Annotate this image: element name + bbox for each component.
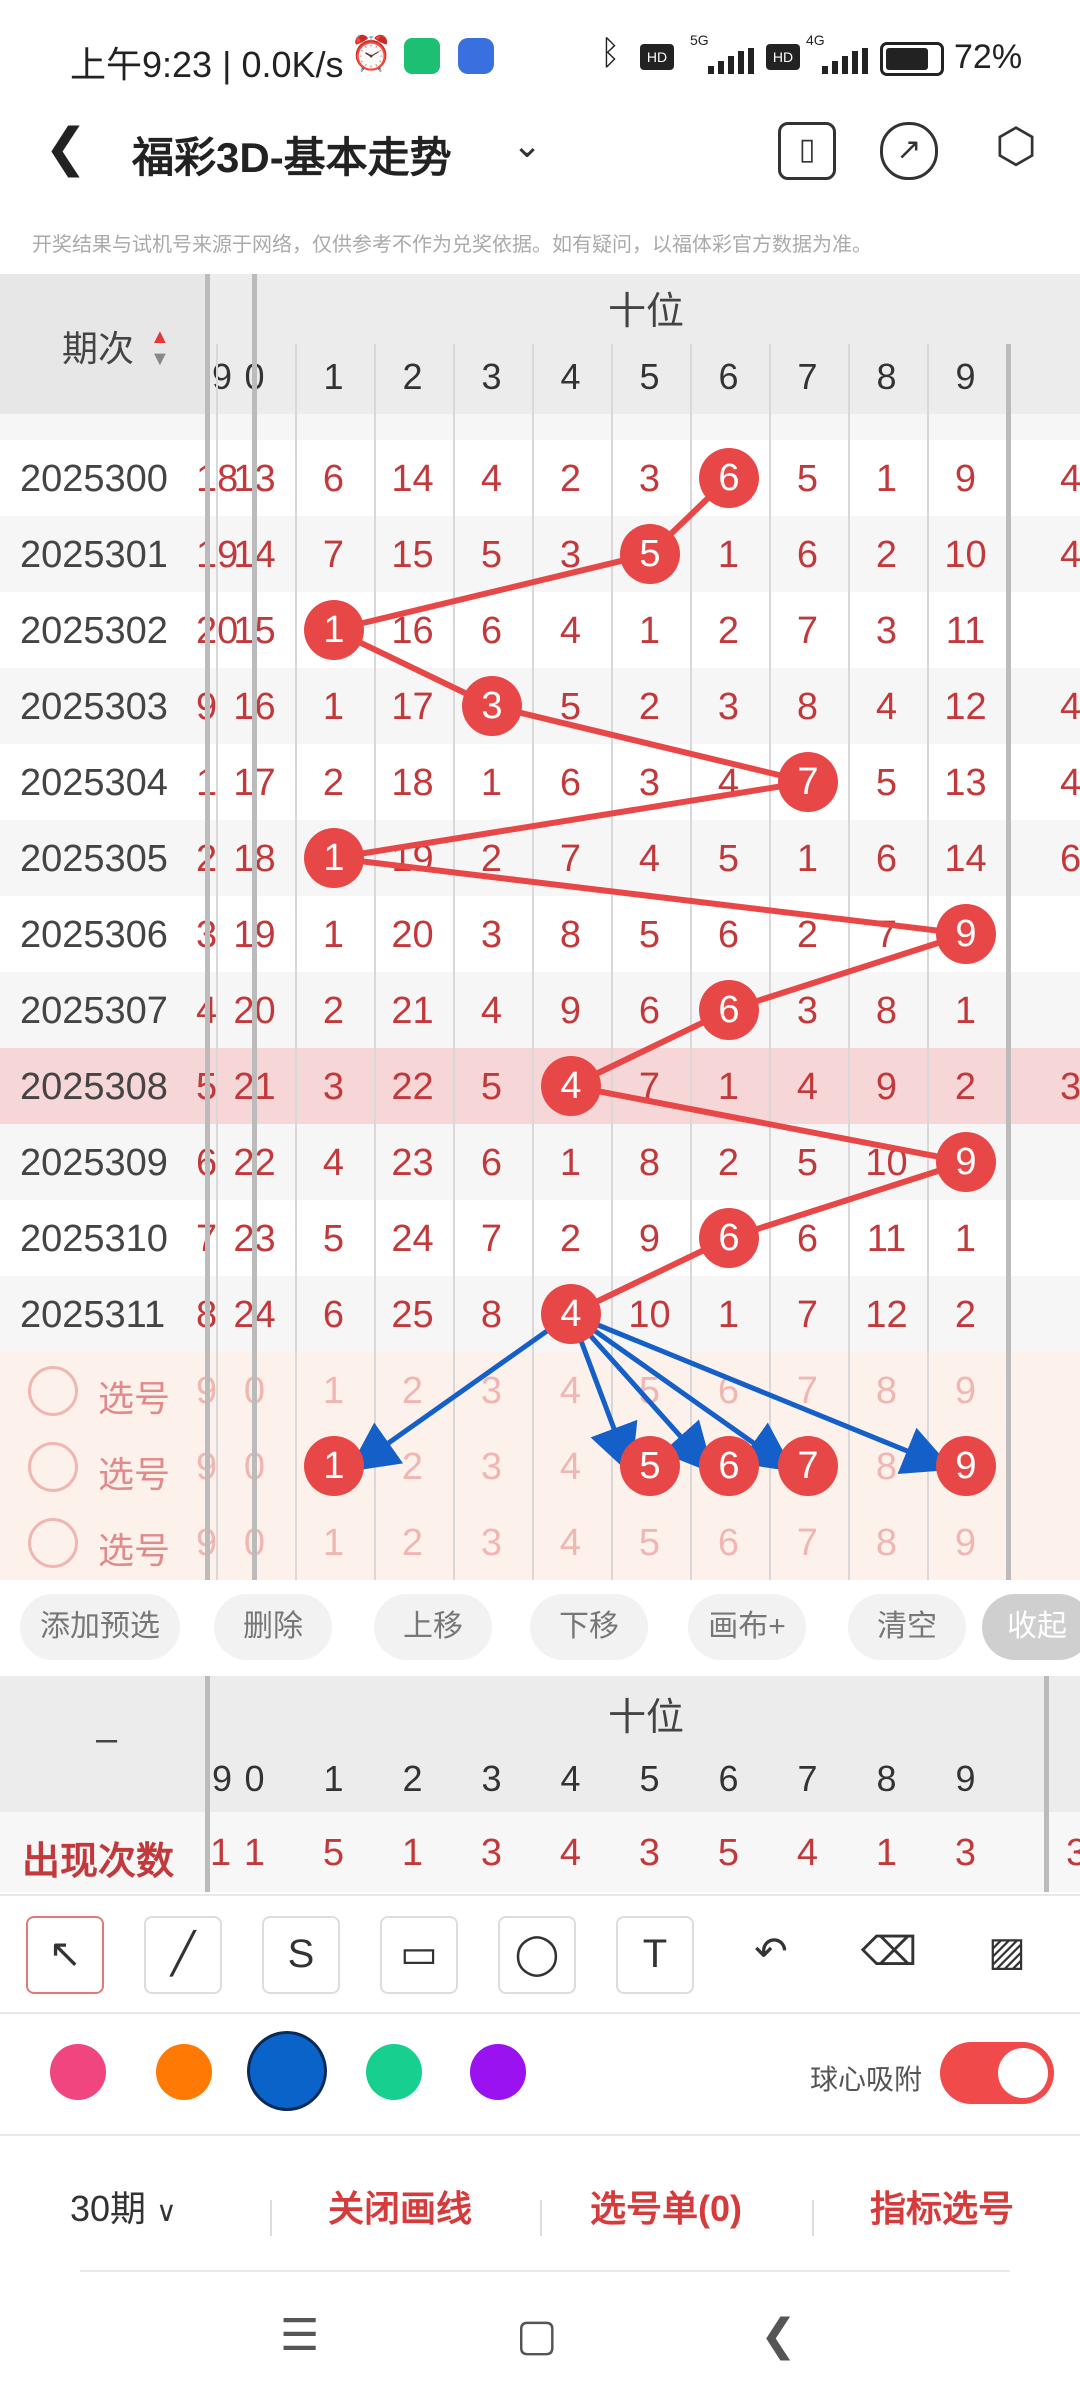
hit-ball[interactable]: 9	[936, 904, 996, 964]
delete-button[interactable]: 删除	[214, 1594, 332, 1660]
hit-ball[interactable]: 6	[699, 448, 759, 508]
hit-ball[interactable]: 1	[304, 828, 364, 888]
color-swatch[interactable]	[470, 2044, 526, 2100]
grid-divider	[1044, 1676, 1049, 1892]
back-nav-icon[interactable]: ❮	[760, 2310, 797, 2361]
trend-line	[333, 779, 809, 861]
home-nav-icon[interactable]: ▢	[516, 2310, 558, 2361]
stats-digit-header-8: 8	[876, 1758, 897, 1799]
divider	[540, 2200, 542, 2236]
undo-icon[interactable]: ↶	[734, 1916, 808, 1990]
canvas-plus-button[interactable]: 画布+	[688, 1594, 806, 1660]
trend-lines	[332, 475, 967, 1476]
hit-ball[interactable]: 5	[620, 524, 680, 584]
color-swatch[interactable]	[250, 2034, 324, 2108]
pick-ball[interactable]: 5	[620, 1436, 680, 1496]
stats-digit-header-3: 3	[481, 1758, 502, 1799]
curve-tool-icon[interactable]: S	[262, 1916, 340, 1994]
stats-digit-header-7: 7	[797, 1758, 818, 1799]
eraser-icon[interactable]: ⌫	[852, 1916, 926, 1990]
hit-ball[interactable]: 9	[936, 1132, 996, 1192]
divider	[0, 2012, 1080, 2014]
stats-digit-header-0: 0	[244, 1758, 265, 1799]
stats-digit-header-4: 4	[560, 1758, 581, 1799]
close-lines-button[interactable]: 关闭画线	[328, 2180, 472, 2232]
trend-line	[728, 1159, 967, 1241]
add-preselect-button[interactable]: 添加预选	[20, 1594, 180, 1660]
circle-tool-icon[interactable]: ◯	[498, 1916, 576, 1994]
trend-line	[570, 1083, 967, 1165]
trend-line	[491, 703, 809, 785]
indicator-pick-button[interactable]: 指标选号	[870, 2180, 1014, 2232]
grid-divider	[205, 1676, 210, 1892]
stats-right-partial: 3	[1066, 1832, 1080, 1874]
hit-ball[interactable]: 4	[541, 1284, 601, 1344]
stats-digit-header-6: 6	[718, 1758, 739, 1799]
divider	[270, 2200, 272, 2236]
color-swatch[interactable]	[366, 2044, 422, 2100]
stats-value: 3	[480, 1832, 503, 1874]
trend-line	[333, 855, 967, 937]
color-swatch[interactable]	[156, 2044, 212, 2100]
hit-ball[interactable]: 4	[541, 1056, 601, 1116]
stats-digit-header-2: 2	[402, 1758, 423, 1799]
divider	[0, 1894, 1080, 1896]
stats-section-header: 十位	[608, 1697, 685, 1739]
stats-value: 3	[954, 1832, 977, 1874]
move-down-button[interactable]: 下移	[530, 1594, 648, 1660]
snap-label: 球心吸附	[810, 2064, 923, 2095]
divider	[812, 2200, 814, 2236]
color-swatch[interactable]	[50, 2044, 106, 2100]
collapse-button[interactable]: 收起	[982, 1594, 1080, 1660]
menu-nav-icon[interactable]: ☰	[280, 2310, 319, 2361]
hit-ball[interactable]: 1	[304, 600, 364, 660]
clear-button[interactable]: 清空	[848, 1594, 966, 1660]
clear-brush-icon[interactable]: ▨	[970, 1916, 1044, 1990]
stats-value: 4	[559, 1832, 582, 1874]
pick-ball[interactable]: 7	[778, 1436, 838, 1496]
hit-ball[interactable]: 7	[778, 752, 838, 812]
pick-ball[interactable]: 9	[936, 1436, 996, 1496]
stats-digit-header-9: 9	[955, 1758, 976, 1799]
trend-line	[728, 931, 967, 1013]
text-tool-icon[interactable]: T	[616, 1916, 694, 1994]
stats-value: 1	[401, 1832, 424, 1874]
line-tool-icon[interactable]: ╱	[144, 1916, 222, 1994]
trend-line	[333, 551, 651, 633]
chevron-down-icon: ∨	[156, 2196, 177, 2227]
stats-value: 1	[875, 1832, 898, 1874]
divider	[80, 2270, 1010, 2272]
hit-ball[interactable]: 6	[699, 1208, 759, 1268]
period-select[interactable]: 30期 ∨	[70, 2180, 177, 2232]
rectangle-tool-icon[interactable]: ▭	[380, 1916, 458, 1994]
arrow-tool-icon[interactable]: ↖	[26, 1916, 104, 1994]
stats-value: 5	[322, 1832, 345, 1874]
pick-list-button[interactable]: 选号单(0)	[590, 2180, 742, 2232]
drawn-arrow[interactable]	[347, 1311, 573, 1472]
stats-digit-header-5: 5	[639, 1758, 660, 1799]
stats-dash: –	[96, 1718, 118, 1760]
pick-ball[interactable]: 6	[699, 1436, 759, 1496]
pick-ball[interactable]: 1	[304, 1436, 364, 1496]
divider	[0, 2134, 1080, 2136]
stats-value: 5	[717, 1832, 740, 1874]
stats-value: 3	[638, 1832, 661, 1874]
snap-toggle[interactable]	[940, 2042, 1054, 2104]
stats-value: 1	[243, 1832, 266, 1874]
stats-digit-header-1: 1	[323, 1758, 344, 1799]
appearance-count-label: 出现次数	[22, 1841, 175, 1883]
hit-ball[interactable]: 3	[462, 676, 522, 736]
move-up-button[interactable]: 上移	[374, 1594, 492, 1660]
hit-ball[interactable]: 6	[699, 980, 759, 1040]
stats-value: 4	[796, 1832, 819, 1874]
